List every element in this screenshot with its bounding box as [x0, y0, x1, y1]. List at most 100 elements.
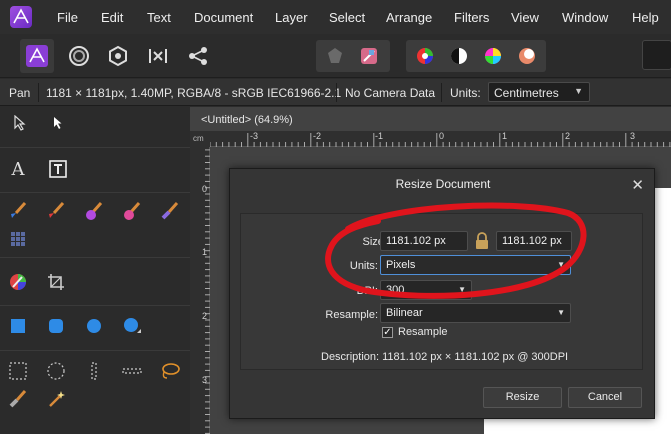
rounded-rectangle-tool-icon[interactable] [44, 314, 68, 338]
affinity-photo-logo-icon[interactable] [10, 6, 32, 28]
resize-document-dialog: Resize Document ✕ Size: 1181.102 px 1181… [229, 168, 655, 419]
camera-data-label: No Camera Data [345, 86, 436, 100]
ruler-tick-label: 3 [630, 131, 636, 141]
divider [0, 147, 190, 148]
ruler-tick-label: -3 [250, 131, 259, 141]
units-label: Units: [349, 260, 378, 272]
menu-bar: File Edit Text Document Layer Select Arr… [0, 0, 671, 34]
dpi-label: DPI: [356, 285, 378, 297]
white-balance-icon[interactable] [510, 39, 544, 73]
ruler-tick-label: 0 [202, 184, 208, 194]
assistant-icon[interactable] [318, 39, 352, 73]
photo-persona-icon[interactable] [20, 39, 54, 73]
chevron-down-icon: ▼ [557, 308, 565, 317]
crop-tool-icon[interactable] [44, 270, 68, 294]
horizontal-ruler[interactable]: -3 -2 -1 0 1 2 3 [210, 131, 671, 147]
flood-select-icon[interactable] [44, 387, 68, 411]
export-persona-icon[interactable] [181, 39, 215, 73]
dpi-field[interactable]: 300 ▼ [380, 280, 472, 300]
pattern-stamp-icon[interactable] [6, 227, 30, 251]
tools-panel: A [0, 107, 190, 434]
erase-brush-icon[interactable] [158, 199, 182, 223]
hue-icon[interactable] [476, 39, 510, 73]
color-wheel-icon[interactable] [408, 39, 442, 73]
units-select[interactable]: Pixels ▼ [380, 255, 571, 275]
rectangle-tool-icon[interactable] [6, 314, 30, 338]
ruler-tick-label: 1 [202, 247, 208, 257]
contrast-icon[interactable] [442, 39, 476, 73]
close-icon[interactable]: ✕ [631, 176, 644, 194]
ruler-tick-label: 3 [202, 375, 208, 385]
menu-filters[interactable]: Filters [454, 10, 489, 25]
panel-toggle-button[interactable] [642, 40, 671, 70]
menu-text[interactable]: Text [147, 10, 171, 25]
color-replacement-brush-icon[interactable] [82, 199, 106, 223]
current-tool-label: Pan [9, 86, 31, 100]
selection-brush-icon[interactable] [6, 387, 30, 411]
tone-mapping-persona-icon[interactable] [141, 39, 175, 73]
rectangular-marquee-icon[interactable] [6, 359, 30, 383]
liquify-persona-icon[interactable] [62, 39, 96, 73]
mixer-brush-icon[interactable] [120, 199, 144, 223]
document-tab[interactable]: <Untitled> (64.9%) [195, 110, 299, 130]
divider [0, 350, 190, 351]
frame-text-tool-icon[interactable] [46, 157, 70, 181]
move-tool-icon[interactable] [8, 111, 32, 135]
ruler-tick-label: 0 [439, 131, 445, 141]
paint-brush-tool-icon[interactable] [6, 199, 30, 223]
ellipse-tool-icon[interactable] [82, 314, 106, 338]
develop-persona-icon[interactable] [101, 39, 135, 73]
ruler-tick-label: -2 [313, 131, 322, 141]
units-dropdown-value: Centimetres [494, 86, 559, 100]
pixel-tool-icon[interactable] [44, 199, 68, 223]
context-toolbar: Pan 1181 × 1181px, 1.40MP, RGBA/8 - sRGB… [0, 79, 671, 106]
menu-select[interactable]: Select [329, 10, 365, 25]
resample-select-value: Bilinear [386, 307, 423, 319]
artistic-text-tool-icon[interactable]: A [6, 157, 30, 181]
ruler-tick-label: 2 [202, 311, 208, 321]
divider [0, 305, 190, 306]
menu-document[interactable]: Document [194, 10, 253, 25]
ruler-tick-label: -1 [375, 131, 384, 141]
menu-arrange[interactable]: Arrange [386, 10, 432, 25]
vertical-ruler[interactable]: 0 1 2 3 [190, 131, 210, 434]
resample-select[interactable]: Bilinear ▼ [380, 303, 571, 323]
height-field[interactable]: 1181.102 px [496, 231, 572, 251]
resample-checkbox[interactable]: ✓ [382, 327, 393, 338]
chevron-down-icon: ▼ [557, 260, 565, 269]
lock-icon[interactable] [472, 231, 492, 251]
dialog-title: Resize Document [395, 177, 491, 191]
ruler-tick-label: 1 [502, 131, 508, 141]
view-tool-icon[interactable] [46, 111, 70, 135]
shape-tool-icon[interactable] [120, 314, 144, 338]
resample-label: Resample: [325, 309, 378, 321]
menu-help[interactable]: Help [632, 10, 659, 25]
menu-layer[interactable]: Layer [275, 10, 308, 25]
menu-file[interactable]: File [57, 10, 78, 25]
dpi-field-value: 300 [386, 284, 405, 296]
ruler-unit-label: cm [190, 131, 210, 147]
resample-checkbox-label: Resample [398, 326, 448, 338]
toolbar [0, 34, 671, 78]
divider [0, 257, 190, 258]
snapping-icon[interactable] [352, 39, 386, 73]
divider [441, 83, 442, 102]
description-text: Description: 1181.102 px × 1181.102 px @… [321, 351, 569, 363]
column-marquee-icon[interactable] [82, 359, 106, 383]
menu-edit[interactable]: Edit [101, 10, 123, 25]
color-picker-tool-icon[interactable] [6, 270, 30, 294]
resize-button[interactable]: Resize [483, 387, 562, 408]
menu-window[interactable]: Window [562, 10, 608, 25]
chevron-down-icon: ▼ [574, 86, 583, 96]
divider [336, 83, 337, 102]
divider [38, 83, 39, 102]
elliptical-marquee-icon[interactable] [44, 359, 68, 383]
freehand-selection-icon[interactable] [158, 359, 182, 383]
row-marquee-icon[interactable] [120, 359, 144, 383]
width-field[interactable]: 1181.102 px [380, 231, 468, 251]
units-label: Units: [450, 86, 481, 100]
units-dropdown[interactable]: Centimetres ▼ [488, 82, 590, 102]
cancel-button[interactable]: Cancel [568, 387, 642, 408]
chevron-down-icon: ▼ [458, 285, 466, 294]
menu-view[interactable]: View [511, 10, 539, 25]
